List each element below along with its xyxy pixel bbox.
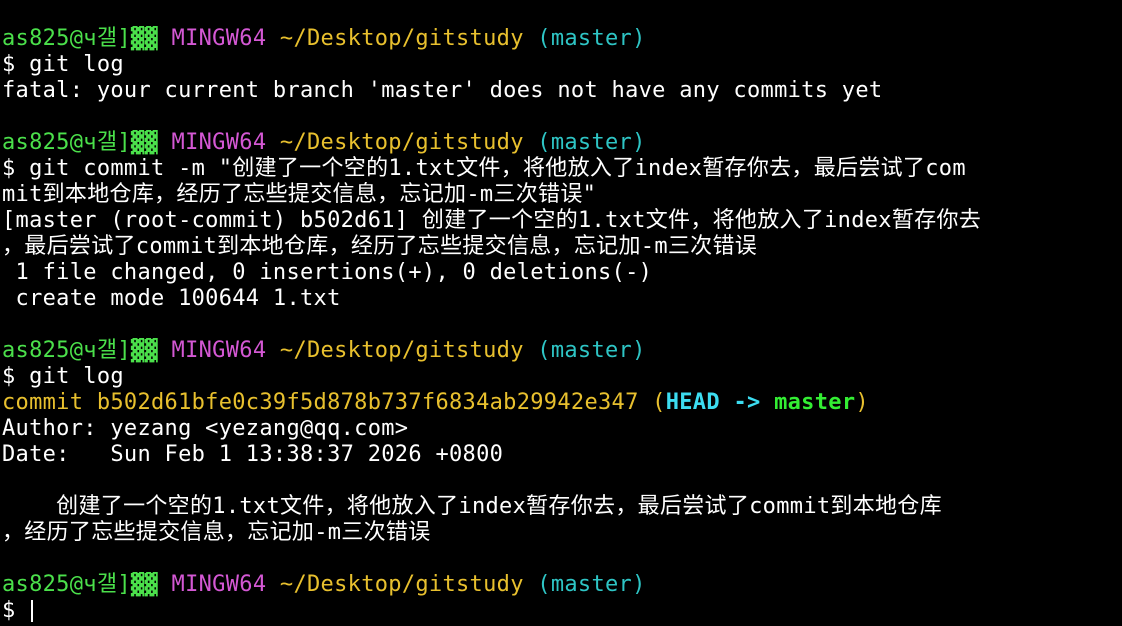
terminal-window[interactable]: as825@ч갤]▓▓ MINGW64 ~/Desktop/gitstudy (… <box>0 0 1122 626</box>
prompt-system: MINGW64 <box>171 338 267 363</box>
prompt-bracket: ]▓▓ <box>117 130 158 155</box>
ref-branch: master <box>774 390 856 415</box>
prompt-bracket: ]▓▓ <box>117 572 158 597</box>
prompt-branch: (master) <box>537 572 646 597</box>
prompt-user-host: as825@ч갤 <box>2 130 118 155</box>
prompt-system: MINGW64 <box>171 130 267 155</box>
output-line: create mode 100644 1.txt <box>2 286 341 311</box>
prompt-user-host: as825@ч갤 <box>2 572 118 597</box>
active-command-line[interactable]: $ <box>2 598 1122 624</box>
commit-message: 创建了一个空的1.txt文件，将他放入了index暂存你去，最后尝试了commi… <box>2 494 942 519</box>
command-line: $ git commit -m "创建了一个空的1.txt文件，将他放入了ind… <box>2 156 1122 182</box>
command-line: $ git log <box>2 364 1122 390</box>
ref-open: ( <box>638 390 666 415</box>
prompt-line: as825@ч갤]▓▓ MINGW64 ~/Desktop/gitstudy (… <box>2 26 1122 52</box>
commit-line: commit b502d61bfe0c39f5d878b737f6834ab29… <box>2 390 1122 416</box>
output-line: ，最后尝试了commit到本地仓库，经历了忘些提交信息，忘记加-m三次错误 <box>2 234 758 259</box>
prompt-path: ~/Desktop/gitstudy <box>279 26 524 51</box>
command-text: git log <box>29 52 124 77</box>
prompt-user-host: as825@ч갤 <box>2 338 118 363</box>
prompt-bracket: ]▓▓ <box>117 26 158 51</box>
output-line: 1 file changed, 0 insertions(+), 0 delet… <box>2 260 653 285</box>
commit-hash: commit b502d61bfe0c39f5d878b737f6834ab29… <box>2 390 639 415</box>
command-text: git log <box>29 364 124 389</box>
author-line: Author: yezang <yezang@qq.com> <box>2 416 409 441</box>
prompt-branch: (master) <box>537 338 646 363</box>
prompt-system: MINGW64 <box>171 26 267 51</box>
prompt-user-host: as825@ч갤 <box>2 26 118 51</box>
command-line: $ git log <box>2 52 1122 78</box>
prompt-system: MINGW64 <box>171 572 267 597</box>
commit-message-wrap: ，经历了忘些提交信息，忘记加-m三次错误 <box>2 520 431 545</box>
prompt-line: as825@ч갤]▓▓ MINGW64 ~/Desktop/gitstudy (… <box>2 572 1122 598</box>
ref-head: HEAD -> <box>665 390 775 415</box>
date-line: Date: Sun Feb 1 13:38:37 2026 +0800 <box>2 442 504 467</box>
prompt-line: as825@ч갤]▓▓ MINGW64 ~/Desktop/gitstudy (… <box>2 338 1122 364</box>
prompt-dollar: $ <box>2 52 30 77</box>
output-line: fatal: your current branch 'master' does… <box>2 78 883 103</box>
prompt-path: ~/Desktop/gitstudy <box>279 572 524 597</box>
prompt-dollar: $ <box>2 156 30 181</box>
ref-close: ) <box>855 390 869 415</box>
command-line-wrap: mit到本地仓库，经历了忘些提交信息，忘记加-m三次错误" <box>2 182 597 207</box>
output-line: [master (root-commit) b502d61] 创建了一个空的1.… <box>2 208 982 233</box>
prompt-branch: (master) <box>537 26 646 51</box>
prompt-dollar: $ <box>2 364 30 389</box>
prompt-path: ~/Desktop/gitstudy <box>279 130 524 155</box>
prompt-line: as825@ч갤]▓▓ MINGW64 ~/Desktop/gitstudy (… <box>2 130 1122 156</box>
prompt-dollar: $ <box>2 598 30 623</box>
prompt-branch: (master) <box>537 130 646 155</box>
command-text: git commit -m "创建了一个空的1.txt文件，将他放入了index… <box>29 156 966 181</box>
prompt-bracket: ]▓▓ <box>117 338 158 363</box>
prompt-path: ~/Desktop/gitstudy <box>279 338 524 363</box>
text-cursor[interactable] <box>31 600 34 622</box>
